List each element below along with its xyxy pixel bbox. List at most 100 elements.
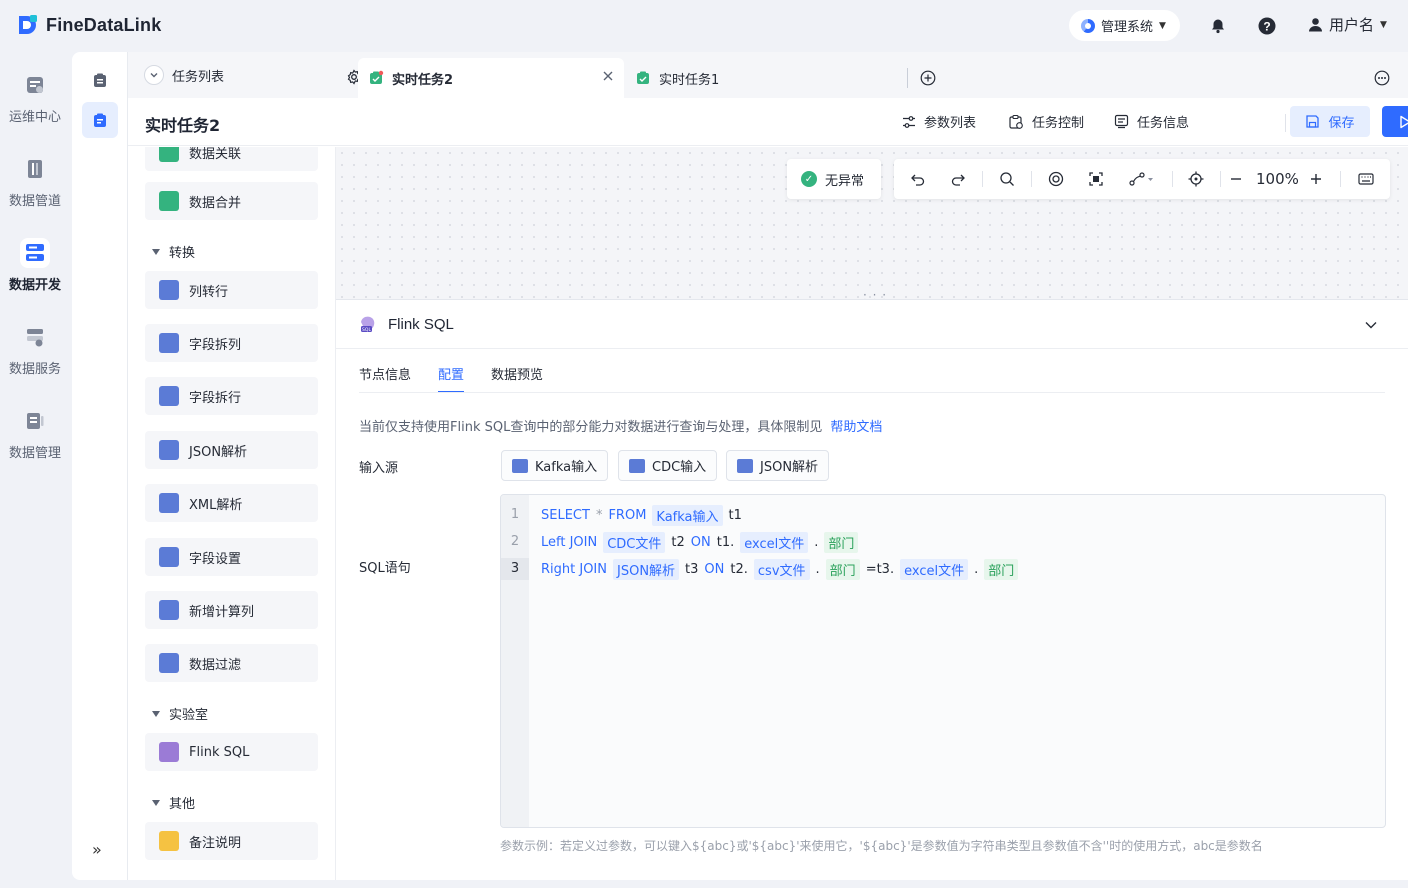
flow-canvas[interactable]: ✓ 无异常 100% · · · — [336, 147, 1408, 306]
secondary-nav: » — [72, 52, 128, 880]
tab-label: 实时任务2 — [392, 72, 454, 88]
task-list-label: 任务列表 — [172, 69, 225, 85]
component-xml-parse[interactable]: XML解析 — [145, 484, 318, 522]
node-header: SQL Flink SQL — [358, 314, 454, 334]
tab-realtime-task-1[interactable]: 实时任务1 — [625, 58, 729, 98]
nav-ops-center[interactable]: 运维中心 — [0, 70, 70, 125]
table-token[interactable]: excel文件 — [740, 531, 809, 553]
group-lab[interactable]: 实验室 — [152, 704, 208, 723]
param-list-button[interactable]: 参数列表 — [902, 112, 976, 131]
save-icon — [1306, 115, 1320, 128]
task-info-button[interactable]: 任务信息 — [1114, 112, 1189, 131]
keyboard-icon[interactable] — [1356, 169, 1376, 189]
component-data-merge[interactable]: 数据合并 — [145, 182, 318, 220]
component-field-split-row[interactable]: 字段拆行 — [145, 377, 318, 415]
locate-icon[interactable] — [1186, 169, 1206, 189]
user-name: 用户名 — [1329, 16, 1375, 34]
save-button[interactable]: 保存 — [1290, 106, 1370, 137]
task-list-toggle[interactable] — [82, 62, 118, 98]
component-add-computed-column[interactable]: 新增计算列 — [145, 591, 318, 629]
nav-data-management[interactable]: 数据管理 — [0, 406, 70, 461]
dev-editor-toggle[interactable] — [82, 102, 118, 138]
line-style-dropdown[interactable] — [1128, 169, 1156, 189]
app-logo[interactable]: FineDataLink — [16, 14, 161, 36]
tab-realtime-task-2[interactable]: 实时任务2 — [358, 58, 624, 98]
toolbar-divider — [1285, 114, 1286, 132]
component-data-join[interactable]: 数据关联 — [145, 147, 318, 171]
field-token[interactable]: 部门 — [825, 558, 860, 580]
start-button[interactable]: 启动 — [1382, 106, 1408, 137]
component-column-to-row[interactable]: 列转行 — [145, 271, 318, 309]
task-list-dropdown[interactable]: 任务列表 — [144, 61, 224, 89]
group-transform[interactable]: 转换 — [152, 242, 195, 261]
source-chip-json[interactable]: JSON解析 — [726, 450, 830, 481]
help-icon[interactable]: ? — [1257, 16, 1277, 36]
tab-node-info[interactable]: 节点信息 — [359, 364, 411, 394]
source-chip-cdc[interactable]: CDC输入 — [618, 450, 718, 481]
zoom-in-icon[interactable] — [1306, 169, 1326, 189]
tab-data-preview[interactable]: 数据预览 — [491, 364, 543, 394]
component-flink-sql[interactable]: Flink SQL — [145, 733, 318, 771]
group-other[interactable]: 其他 — [152, 793, 195, 812]
table-token[interactable]: JSON解析 — [613, 558, 680, 580]
zoom-level: 100% — [1256, 170, 1299, 188]
add-tab-icon[interactable] — [920, 70, 936, 90]
tab-config[interactable]: 配置 — [438, 364, 465, 394]
close-icon[interactable] — [602, 70, 614, 86]
page-title: 实时任务2 — [145, 116, 221, 135]
component-label: 备注说明 — [189, 835, 242, 851]
table-token[interactable]: excel文件 — [900, 558, 969, 580]
component-json-parse[interactable]: JSON解析 — [145, 431, 318, 469]
component-label: Flink SQL — [189, 744, 250, 760]
toolbar-divider — [1340, 171, 1341, 187]
cdc-icon — [629, 458, 645, 473]
toolbar-divider — [1220, 171, 1221, 187]
caret-down-icon — [152, 248, 160, 255]
tab-label: 实时任务1 — [659, 72, 720, 88]
bell-icon[interactable] — [1208, 16, 1228, 36]
component-data-filter[interactable]: 数据过滤 — [145, 644, 318, 682]
help-doc-link[interactable]: 帮助文档 — [830, 420, 882, 435]
nav-data-pipeline[interactable]: 数据管道 — [0, 154, 70, 209]
component-note[interactable]: 备注说明 — [145, 822, 318, 860]
kafka-icon — [512, 458, 528, 473]
component-label: 新增计算列 — [189, 604, 255, 620]
user-icon — [1309, 18, 1322, 32]
zoom-out-icon[interactable] — [1226, 169, 1246, 189]
note-icon — [159, 831, 179, 851]
more-icon[interactable] — [1374, 70, 1390, 90]
table-token[interactable]: csv文件 — [753, 558, 810, 580]
fit-view-icon[interactable] — [1086, 169, 1106, 189]
task-control-button[interactable]: 任务控制 — [1008, 112, 1084, 131]
save-label: 保存 — [1328, 116, 1355, 131]
system-switcher[interactable]: 管理系统 ▼ — [1069, 10, 1180, 41]
divider — [336, 348, 1408, 349]
field-token[interactable]: 部门 — [984, 558, 1019, 580]
table-token[interactable]: Kafka输入 — [652, 504, 723, 526]
nav-label: 数据服务 — [8, 362, 61, 377]
expand-sidebar-icon[interactable]: » — [92, 840, 102, 859]
chevron-down-icon[interactable] — [1364, 318, 1378, 336]
component-field-settings[interactable]: 字段设置 — [145, 538, 318, 576]
toolbar-divider — [1031, 171, 1032, 187]
nav-data-service[interactable]: 数据服务 — [0, 322, 70, 377]
keyword: SELECT — [541, 507, 590, 523]
operator: * — [595, 507, 603, 523]
keyword: ON — [690, 534, 711, 550]
data-join-icon — [159, 147, 179, 162]
flink-sql-icon — [159, 742, 179, 762]
undo-icon[interactable] — [908, 169, 928, 189]
edit-doc-icon — [94, 113, 106, 127]
user-menu[interactable]: 用户名 ▼ — [1308, 14, 1387, 35]
search-icon[interactable] — [997, 169, 1017, 189]
nav-data-development[interactable]: 数据开发 — [0, 238, 70, 293]
source-chip-kafka[interactable]: Kafka输入 — [501, 450, 609, 481]
auto-layout-icon[interactable] — [1046, 169, 1066, 189]
table-token[interactable]: CDC文件 — [603, 531, 666, 553]
component-field-split-column[interactable]: 字段拆列 — [145, 324, 318, 362]
component-label: XML解析 — [189, 497, 243, 513]
sql-editor[interactable]: 1 2 3 SELECT * FROM Kafka输入 t1 Left JOIN… — [500, 494, 1386, 828]
realtime-task-icon — [370, 70, 384, 84]
field-token[interactable]: 部门 — [824, 531, 859, 553]
redo-icon[interactable] — [948, 169, 968, 189]
